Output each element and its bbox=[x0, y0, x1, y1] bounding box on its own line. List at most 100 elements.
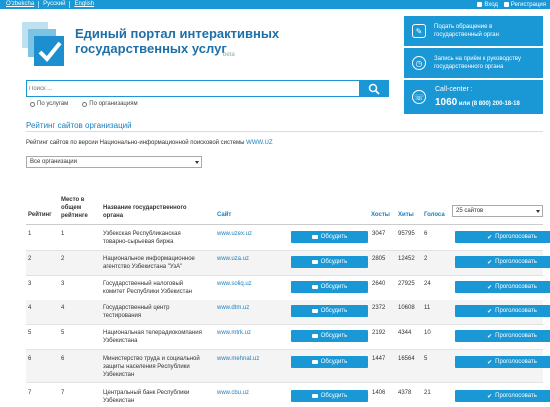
search-input[interactable] bbox=[29, 83, 355, 94]
organization-name-line3: Узбекистан bbox=[103, 372, 135, 378]
submit-appeal-button[interactable]: ✎ Подать обращение в государственный орг… bbox=[404, 16, 543, 46]
organization-name-line1: Государственный налоговый bbox=[103, 281, 184, 287]
description-text: Рейтинг сайтов по версии Национально-инф… bbox=[26, 140, 245, 146]
www-uz-link[interactable]: WWW.UZ bbox=[246, 140, 272, 146]
radio-icon bbox=[30, 101, 35, 107]
submit-appeal-line2: государственный орган bbox=[434, 32, 499, 38]
hosts-cell: 1406 bbox=[372, 390, 386, 396]
hosts-cell: 2805 bbox=[372, 256, 386, 262]
portal-logo[interactable] bbox=[22, 22, 66, 68]
beta-label: beta bbox=[223, 52, 235, 58]
col-hits-header[interactable]: Хиты bbox=[398, 211, 414, 219]
lang-english-link[interactable]: English bbox=[70, 1, 98, 8]
votes-cell: 11 bbox=[424, 305, 431, 311]
table-row: 5 5 Национальная телерадиокомпания Узбекист… bbox=[26, 325, 550, 350]
col-place-line1: Место в bbox=[61, 197, 85, 203]
site-link[interactable]: www.uzex.uz bbox=[217, 230, 252, 238]
vote-button[interactable]: ✔ Проголосовать bbox=[455, 330, 550, 342]
vote-button[interactable]: ✔ Проголосовать bbox=[455, 256, 550, 268]
col-name-line2: органа bbox=[103, 213, 124, 219]
col-rating-header: Рейтинг bbox=[28, 212, 52, 218]
vote-label: Проголосовать bbox=[495, 333, 537, 339]
site-link[interactable]: www.uza.uz bbox=[217, 255, 249, 263]
table-row: 2 2 Национальное информационное агентство У… bbox=[26, 251, 550, 276]
lang-uzbek-link[interactable]: O'zbekcha bbox=[2, 1, 40, 8]
table-row: 4 4 Государственный центр тестирования www.d… bbox=[26, 300, 550, 325]
chat-icon bbox=[311, 394, 318, 398]
site-link[interactable]: www.mtrk.uz bbox=[217, 329, 251, 337]
organization-name-line2: тестирования bbox=[103, 313, 142, 319]
discuss-button[interactable]: Обсудить bbox=[291, 281, 368, 293]
vote-button[interactable]: ✔ Проголосовать bbox=[455, 281, 550, 293]
discuss-button[interactable]: Обсудить bbox=[291, 390, 368, 402]
scope-services-radio[interactable]: По услугам bbox=[30, 101, 68, 107]
discuss-button[interactable]: Обсудить bbox=[291, 256, 368, 268]
lang-russian-link[interactable]: Русский bbox=[39, 1, 71, 8]
place-cell: 6 bbox=[61, 356, 65, 362]
call-center-panel[interactable]: ☏ Call-center : 1060 или (8 800) 200-18-… bbox=[404, 80, 543, 114]
discuss-button[interactable]: Обсудить bbox=[291, 305, 368, 317]
chat-icon bbox=[311, 360, 318, 364]
top-bar: O'zbekcha Русский English Вход Регистрац… bbox=[0, 0, 550, 9]
phone-icon: ☏ bbox=[412, 90, 426, 104]
site-link[interactable]: www.mehnat.uz bbox=[217, 355, 259, 363]
place-cell: 7 bbox=[61, 390, 65, 396]
organization-name-line1: Государственный центр bbox=[103, 305, 170, 311]
hits-cell: 95795 bbox=[398, 231, 415, 237]
vote-button[interactable]: ✔ Проголосовать bbox=[455, 356, 550, 368]
vote-button[interactable]: ✔ Проголосовать bbox=[455, 231, 550, 243]
votes-cell: 2 bbox=[424, 256, 428, 262]
appointment-button[interactable]: ◷ Запись на приём к руководству государс… bbox=[404, 48, 543, 78]
col-votes-header[interactable]: Голоса bbox=[424, 211, 445, 219]
discuss-button[interactable]: Обсудить bbox=[291, 330, 368, 342]
place-cell: 2 bbox=[61, 256, 65, 262]
appointment-label: Запись на приём к руководству государств… bbox=[434, 55, 521, 71]
per-page-select[interactable]: 25 сайтов bbox=[452, 205, 543, 217]
discuss-button[interactable]: Обсудить bbox=[291, 231, 368, 243]
discuss-button[interactable]: Обсудить bbox=[291, 356, 368, 368]
rating-cell: 5 bbox=[28, 330, 32, 336]
votes-cell: 21 bbox=[424, 390, 431, 396]
portal-title: Единый портал интерактивных государствен… bbox=[75, 26, 279, 56]
submit-appeal-line1: Подать обращение в bbox=[434, 24, 493, 30]
vote-button[interactable]: ✔ Проголосовать bbox=[455, 305, 550, 317]
hosts-cell: 2192 bbox=[372, 330, 386, 336]
chat-icon bbox=[311, 285, 318, 289]
check-icon: ✔ bbox=[487, 359, 493, 366]
organization-name: Центральный банк Республики Узбекистан bbox=[103, 389, 218, 405]
organization-filter-value: Все организации bbox=[30, 159, 77, 165]
place-cell: 5 bbox=[61, 330, 65, 336]
search-scope: По услугам По организациям bbox=[30, 101, 138, 107]
table-row: 6 6 Министерство труда и социальной защиты … bbox=[26, 350, 550, 383]
organization-filter-select[interactable]: Все организации bbox=[26, 156, 202, 168]
hits-cell: 4378 bbox=[398, 390, 412, 396]
discuss-label: Обсудить bbox=[320, 333, 348, 339]
place-cell: 3 bbox=[61, 281, 65, 287]
discuss-label: Обсудить bbox=[320, 308, 348, 314]
organization-name-line2: товарно-сырьевая биржа bbox=[103, 239, 174, 245]
site-link[interactable]: www.soliq.uz bbox=[217, 280, 252, 288]
login-link[interactable]: Вход bbox=[477, 2, 498, 8]
search-bar bbox=[26, 80, 389, 97]
page-description: Рейтинг сайтов по версии Национально-инф… bbox=[26, 140, 273, 146]
table-header-divider bbox=[26, 224, 543, 225]
site-link[interactable]: www.dtm.uz bbox=[217, 304, 249, 312]
search-button[interactable] bbox=[359, 80, 389, 97]
register-link[interactable]: Регистрация bbox=[503, 1, 546, 8]
chat-icon bbox=[311, 235, 318, 239]
vote-label: Проголосовать bbox=[495, 284, 537, 290]
chat-icon bbox=[311, 334, 318, 338]
rating-cell: 2 bbox=[28, 256, 32, 262]
appointment-line2: государственного органа bbox=[434, 64, 504, 70]
col-site-header[interactable]: Сайт bbox=[217, 211, 231, 219]
site-link[interactable]: www.cbu.uz bbox=[217, 389, 249, 397]
scope-organizations-radio[interactable]: По организациям bbox=[82, 101, 138, 107]
col-hosts-header[interactable]: Хосты bbox=[371, 211, 390, 219]
hosts-cell: 3047 bbox=[372, 231, 386, 237]
organization-name: Министерство труда и социальной защиты на… bbox=[103, 355, 218, 379]
register-label: Регистрация bbox=[510, 1, 546, 8]
vote-button[interactable]: ✔ Проголосовать bbox=[455, 390, 550, 402]
hits-cell: 16564 bbox=[398, 356, 415, 362]
discuss-label: Обсудить bbox=[320, 393, 348, 399]
check-icon: ✔ bbox=[487, 393, 493, 400]
